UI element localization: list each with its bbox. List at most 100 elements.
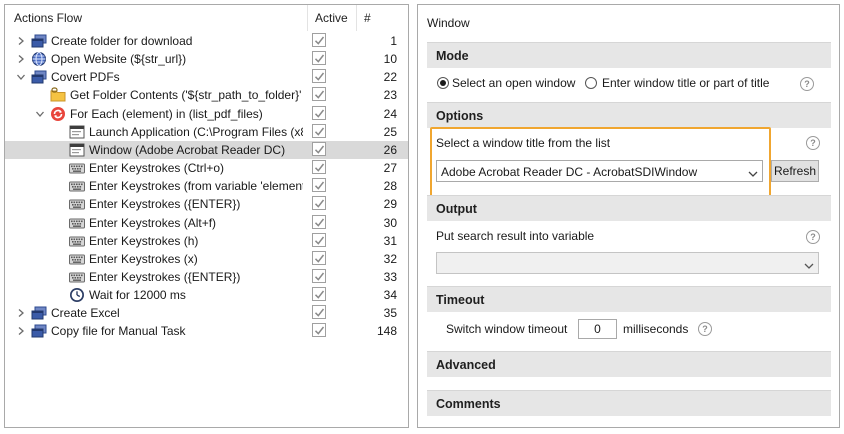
active-checkbox[interactable] (312, 33, 326, 47)
column-header-number[interactable]: # (364, 11, 371, 25)
output-variable-dropdown[interactable] (436, 252, 819, 274)
tree-row[interactable]: Window (Adobe Acrobat Reader DC) 26 (5, 140, 408, 159)
mode-help-icon[interactable]: ? (800, 77, 814, 91)
tree-row-label: Open Website (${str_url}) (51, 52, 187, 67)
refresh-button[interactable]: Refresh (771, 160, 819, 182)
keyboard-icon (69, 160, 85, 176)
properties-title: Window (427, 16, 470, 30)
window-stack-icon (31, 323, 47, 339)
window-title-dropdown[interactable]: Adobe Acrobat Reader DC - AcrobatSDIWind… (436, 160, 763, 182)
tree-row[interactable]: Enter Keystrokes ({ENTER}) 29 (5, 195, 408, 213)
tree-row-label: Get Folder Contents ('${str_path_to_fold… (70, 88, 303, 103)
output-variable-label: Put search result into variable (436, 229, 595, 243)
active-checkbox[interactable] (312, 51, 326, 66)
active-checkbox[interactable] (312, 141, 326, 156)
active-checkbox[interactable] (312, 250, 326, 265)
window-title-dropdown-value: Adobe Acrobat Reader DC - AcrobatSDIWind… (441, 165, 698, 179)
tree-row-number: 29 (383, 197, 397, 212)
tree-row[interactable]: Enter Keystrokes ({ENTER}) 33 (5, 268, 408, 286)
window-stack-icon (31, 33, 47, 49)
radio-enter-window-title-label[interactable]: Enter window title or part of title (602, 76, 769, 90)
active-checkbox[interactable] (312, 123, 326, 138)
tree-row[interactable]: For Each (element) in (list_pdf_files) 24 (5, 105, 408, 123)
tree-row-number: 32 (383, 251, 397, 266)
window-properties-panel: Window Mode Select an open window Enter … (417, 4, 840, 428)
column-header-active[interactable]: Active (315, 11, 348, 25)
radio-select-open-window[interactable] (437, 77, 449, 89)
globe-icon (31, 51, 47, 67)
active-checkbox[interactable] (312, 268, 326, 283)
keyboard-icon (69, 178, 85, 194)
active-checkbox[interactable] (312, 214, 326, 229)
timeout-label: Switch window timeout (446, 322, 568, 336)
active-checkbox[interactable] (312, 232, 326, 247)
tree-row[interactable]: Launch Application (C:\Program Files (x8… (5, 123, 408, 141)
output-help-icon[interactable]: ? (806, 230, 820, 244)
chevron-down-icon[interactable] (16, 72, 26, 82)
active-checkbox[interactable] (312, 105, 326, 120)
keyboard-icon (69, 269, 85, 285)
active-checkbox[interactable] (312, 287, 326, 302)
chevron-down-icon[interactable] (35, 109, 45, 119)
keyboard-icon (69, 196, 85, 212)
timeout-help-icon[interactable]: ? (698, 322, 712, 336)
tree-row-label: Copy file for Manual Task (51, 324, 186, 339)
radio-enter-window-title[interactable] (585, 77, 597, 89)
tree-row[interactable]: Get Folder Contents ('${str_path_to_fold… (5, 86, 408, 104)
tree-row-number: 30 (383, 215, 397, 230)
chevron-right-icon[interactable] (16, 326, 26, 336)
tree-row[interactable]: Enter Keystrokes (Ctrl+o) 27 (5, 159, 408, 177)
active-checkbox[interactable] (312, 87, 326, 102)
tree-row-number: 35 (383, 306, 397, 321)
tree-row[interactable]: Enter Keystrokes (Alt+f) 30 (5, 214, 408, 232)
timeout-input[interactable]: 0 (578, 319, 617, 339)
mode-section-header[interactable]: Mode (427, 42, 831, 68)
active-checkbox[interactable] (312, 160, 326, 175)
chevron-right-icon[interactable] (16, 54, 26, 64)
tree-row[interactable]: Enter Keystrokes (from variable 'element… (5, 177, 408, 195)
options-help-icon[interactable]: ? (806, 136, 820, 150)
tree-row[interactable]: Create folder for download 1 (5, 32, 408, 50)
chevron-right-icon[interactable] (16, 36, 26, 46)
comments-section-header[interactable]: Comments (427, 390, 831, 416)
window-stack-icon (31, 69, 47, 85)
tree-row-number: 10 (383, 52, 397, 67)
tree-row[interactable]: Create Excel 35 (5, 304, 408, 322)
active-checkbox[interactable] (312, 323, 326, 338)
tree-row[interactable]: Copy file for Manual Task 148 (5, 322, 408, 340)
tree-row[interactable]: Open Website (${str_url}) 10 (5, 50, 408, 68)
actions-flow-header: Actions Flow Active # (5, 5, 408, 31)
tree-row-label: Enter Keystrokes (Alt+f) (89, 215, 217, 230)
active-checkbox[interactable] (312, 178, 326, 193)
tree-row[interactable]: Wait for 12000 ms 34 (5, 286, 408, 304)
active-checkbox[interactable] (312, 69, 326, 84)
actions-flow-panel: Actions Flow Active # Create folder for … (4, 4, 409, 428)
application-window-icon (69, 124, 85, 140)
advanced-section-header[interactable]: Advanced (427, 351, 831, 377)
active-checkbox[interactable] (312, 305, 326, 320)
tree-row[interactable]: Enter Keystrokes (h) 31 (5, 232, 408, 250)
column-divider[interactable] (356, 5, 357, 31)
tree-row[interactable]: Covert PDFs 22 (5, 68, 408, 86)
tree-row-number: 23 (383, 88, 397, 103)
output-section-header[interactable]: Output (427, 195, 831, 221)
comments-section-label: Comments (436, 397, 501, 411)
tree-row-number: 24 (383, 106, 397, 121)
active-checkbox[interactable] (312, 196, 326, 211)
output-section-label: Output (436, 202, 477, 216)
tree-row-label: Launch Application (C:\Program Files (x8… (89, 124, 303, 139)
tree-row-label: Enter Keystrokes (from variable 'element… (89, 179, 303, 194)
tree-row-label: Enter Keystrokes (h) (89, 233, 199, 248)
tree-row[interactable]: Enter Keystrokes (x) 32 (5, 250, 408, 268)
radio-select-open-window-label[interactable]: Select an open window (452, 76, 575, 90)
column-header-actions-flow[interactable]: Actions Flow (14, 11, 82, 25)
column-divider[interactable] (307, 5, 308, 31)
chevron-down-icon (804, 259, 814, 273)
tree-row-number: 27 (383, 161, 397, 176)
options-section-header[interactable]: Options (427, 102, 831, 128)
tree-row-number: 1 (390, 34, 397, 48)
chevron-right-icon[interactable] (16, 308, 26, 318)
tree-row-number: 26 (383, 142, 397, 157)
tree-row-label: Create Excel (51, 306, 120, 321)
timeout-section-header[interactable]: Timeout (427, 286, 831, 312)
